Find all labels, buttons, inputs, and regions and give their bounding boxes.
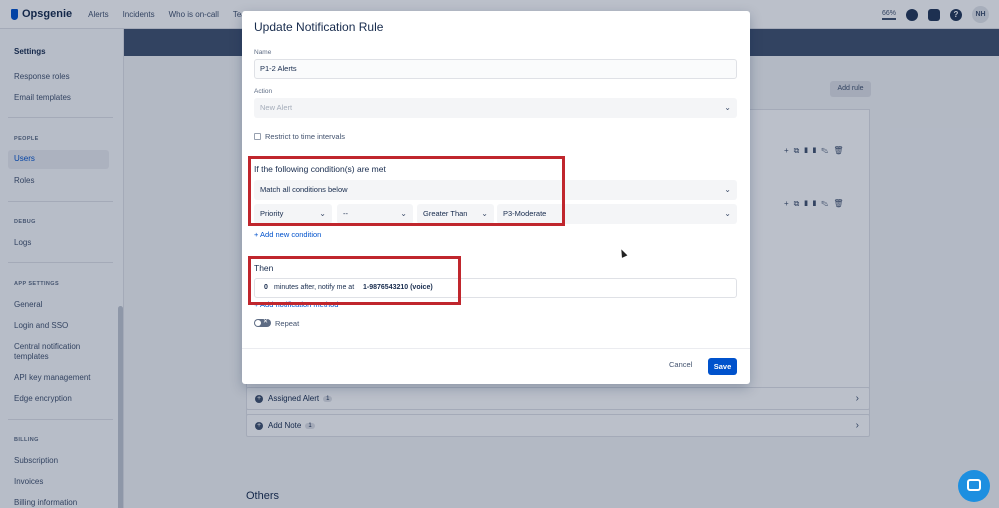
chevron-down-icon: ⌄ xyxy=(724,209,731,218)
name-input[interactable]: P1-2 Alerts xyxy=(254,59,737,79)
save-button[interactable]: Save xyxy=(708,358,737,375)
toggle-knob xyxy=(255,320,261,326)
divider xyxy=(242,348,750,349)
conditions-highlight-box xyxy=(248,156,565,226)
name-label: Name xyxy=(254,49,272,56)
chevron-down-icon: ⌄ xyxy=(724,103,731,112)
action-select[interactable]: New Alert ⌄ xyxy=(254,98,737,118)
action-value: New Alert xyxy=(260,103,293,112)
chat-icon xyxy=(967,479,981,491)
action-label: Action xyxy=(254,88,273,95)
restrict-time-label: Restrict to time intervals xyxy=(265,132,346,141)
close-icon: ✕ xyxy=(263,319,269,325)
dialog-title: Update Notification Rule xyxy=(254,20,384,34)
chat-support-button[interactable] xyxy=(958,470,990,502)
then-highlight-box xyxy=(248,256,461,305)
chevron-down-icon: ⌄ xyxy=(724,185,731,194)
cancel-button[interactable]: Cancel xyxy=(669,360,692,369)
repeat-label: Repeat xyxy=(275,319,300,328)
repeat-toggle[interactable]: ✕ xyxy=(254,319,271,327)
restrict-time-checkbox[interactable] xyxy=(254,133,261,140)
add-condition-link[interactable]: + Add new condition xyxy=(254,230,321,239)
